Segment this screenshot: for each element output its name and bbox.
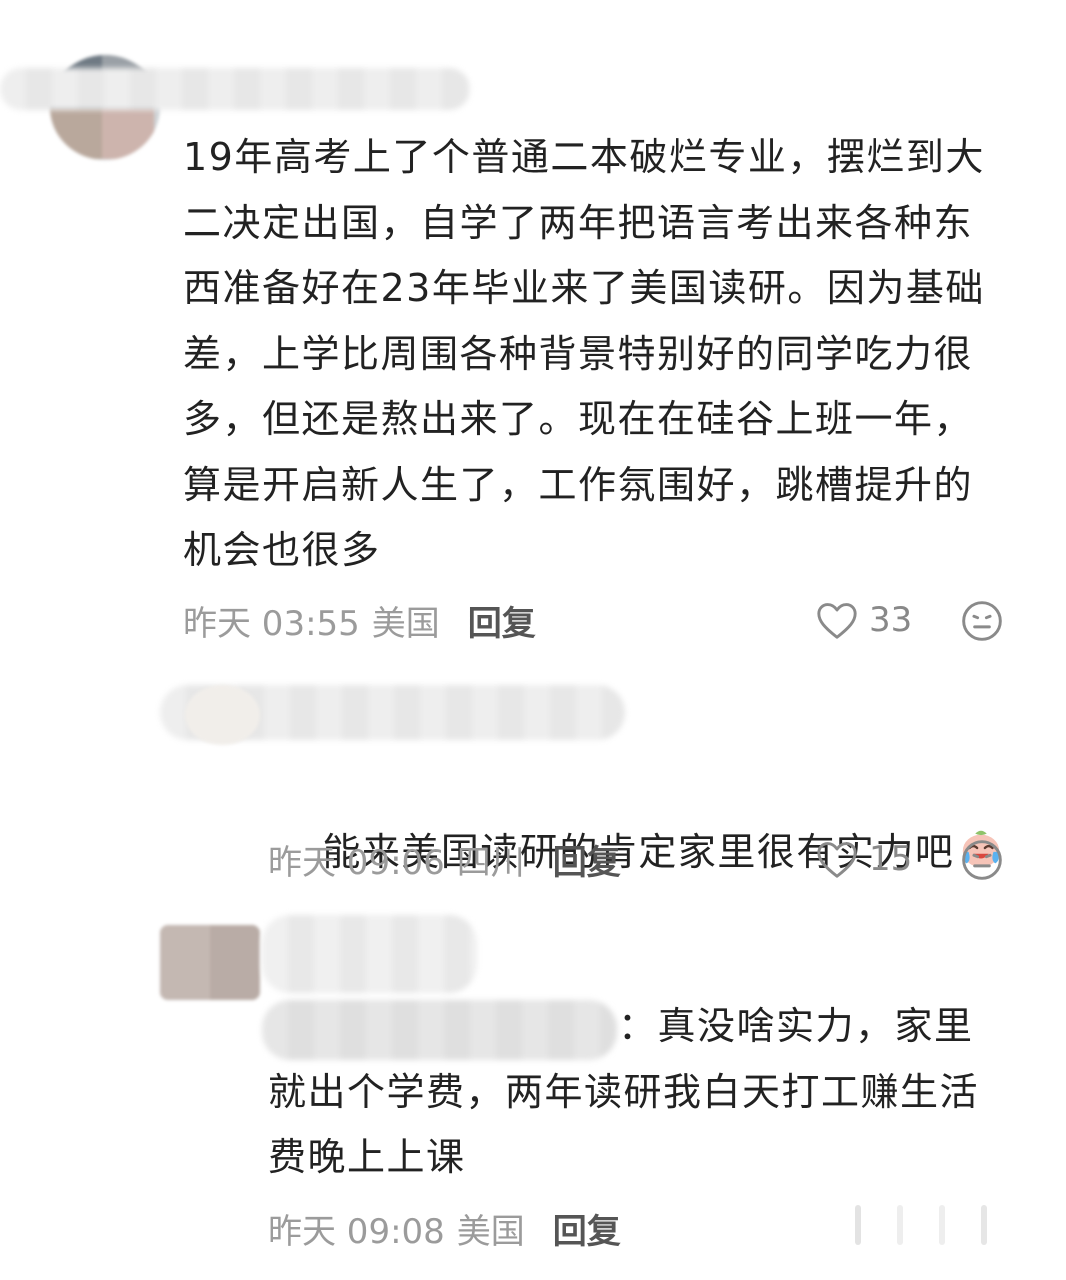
username-redacted: [262, 915, 477, 993]
like-count: 15: [869, 839, 913, 879]
comment-location: 四川: [456, 842, 525, 883]
comment-text: 19年高考上了个普通二本破烂专业，摆烂到大 二决定出国，自学了两年把语言考出来各…: [183, 135, 985, 572]
comment-time: 昨天 09:08: [268, 1211, 445, 1252]
reply-button[interactable]: 回复: [553, 835, 621, 884]
comment-time: 昨天 03:55: [183, 603, 360, 644]
heart-outline-icon: [817, 603, 857, 639]
comment-location: 美国: [456, 1211, 525, 1252]
like-button[interactable]: 15: [815, 837, 912, 881]
like-button[interactable]: 33: [815, 598, 912, 642]
reply-button[interactable]: 回复: [468, 596, 536, 645]
comment-meta: 昨天 09:08 美国 回复: [268, 1204, 621, 1253]
comment-meta: 昨天 09:06 四川 回复: [268, 835, 621, 884]
redaction-strip: [855, 1205, 995, 1247]
meh-face-icon[interactable]: [960, 599, 1004, 643]
reply-button[interactable]: 回复: [553, 1204, 621, 1253]
comment-location: 美国: [371, 603, 440, 644]
avatar[interactable]: [160, 925, 260, 1000]
comment-meta: 昨天 03:55 美国 回复: [183, 596, 536, 645]
username-redacted: [0, 68, 470, 110]
comment-time: 昨天 09:06: [268, 842, 445, 883]
avatar[interactable]: [185, 685, 260, 745]
meh-face-icon[interactable]: [960, 838, 1004, 882]
like-count: 33: [869, 600, 913, 640]
comment-text: ：真没啥实力，家里 就出个学费，两年读研我白天打工赚生活 费晚上上课: [268, 1004, 980, 1179]
heart-outline-icon: [817, 842, 857, 878]
